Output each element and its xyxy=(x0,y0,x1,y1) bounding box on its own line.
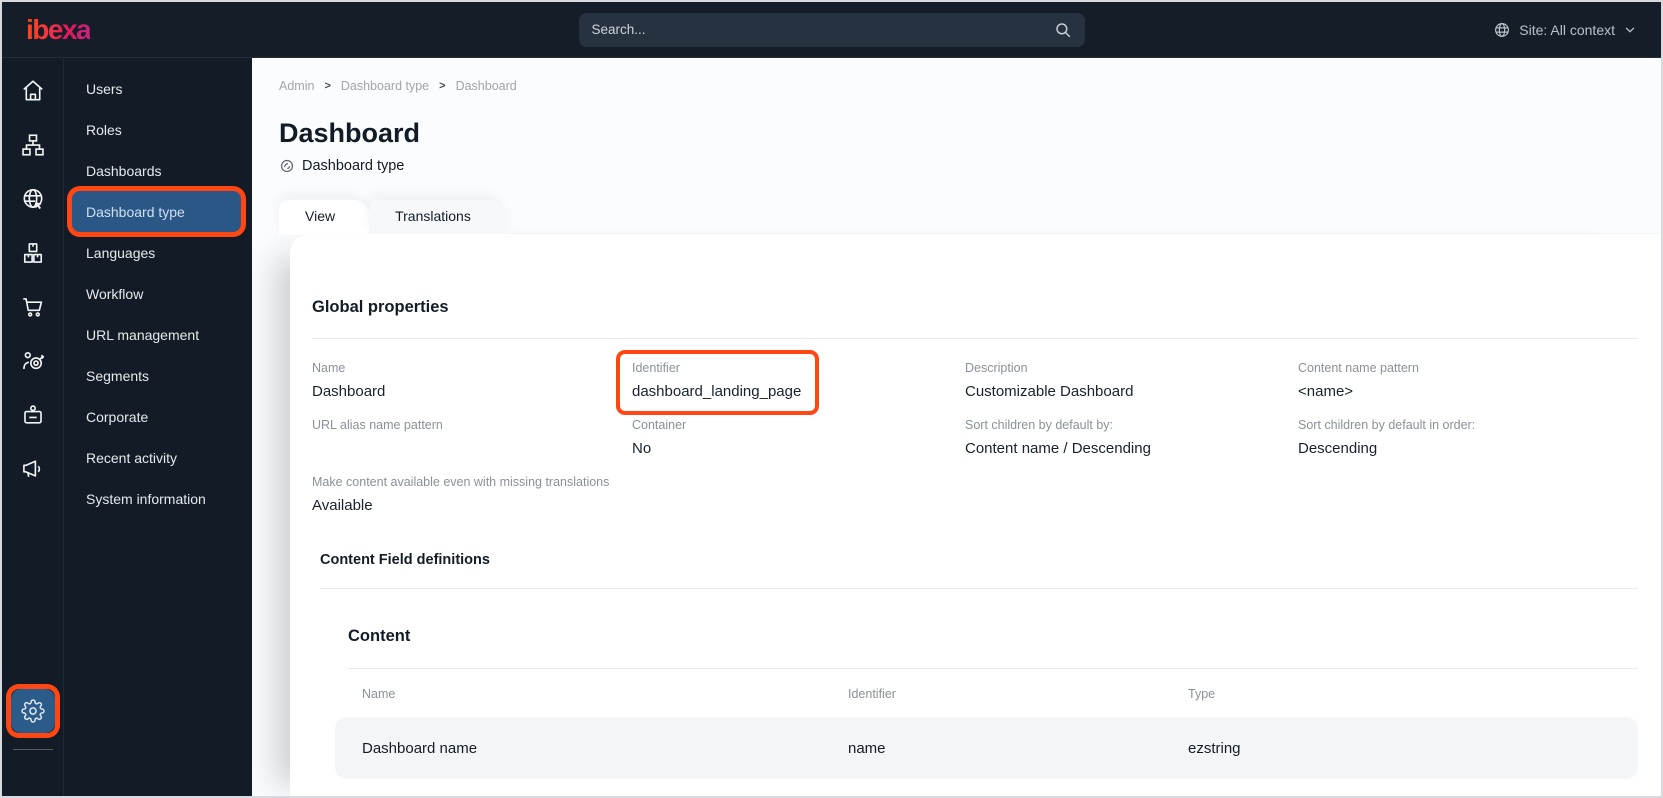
gear-icon[interactable] xyxy=(10,689,55,733)
megaphone-icon[interactable] xyxy=(6,442,60,496)
breadcrumb-separator: > xyxy=(439,80,446,92)
page-subtitle: Dashboard type xyxy=(279,158,1631,174)
column-header-type: Type xyxy=(1188,687,1216,701)
page-subtitle-label: Dashboard type xyxy=(302,158,405,174)
sitemap-icon[interactable] xyxy=(6,118,60,172)
sidebar-item-recent-activity[interactable]: Recent activity xyxy=(64,437,252,478)
search-input[interactable] xyxy=(591,22,1054,37)
field-content-name-pattern: Content name pattern <name> xyxy=(1298,361,1419,400)
sidebar-item-corporate[interactable]: Corporate xyxy=(64,396,252,437)
column-header-name: Name xyxy=(362,687,396,701)
sidebar-item-workflow[interactable]: Workflow xyxy=(64,273,252,314)
field-description: Description Customizable Dashboard xyxy=(965,361,1134,400)
sidebar-item-users[interactable]: Users xyxy=(64,68,252,109)
cell-field-identifier: name xyxy=(848,739,886,757)
page-title: Dashboard xyxy=(279,118,421,148)
page-header: Admin > Dashboard type > Dashboard Dashb… xyxy=(252,58,1661,174)
column-header-identifier: Identifier xyxy=(848,687,896,701)
sidebar-item-url-management[interactable]: URL management xyxy=(64,314,252,355)
breadcrumb-admin[interactable]: Admin xyxy=(279,79,314,93)
breadcrumb: Admin > Dashboard type > Dashboard xyxy=(279,79,1631,93)
target-person-icon[interactable] xyxy=(6,334,60,388)
admin-sidebar: Users Roles Dashboards Dashboard type La… xyxy=(64,58,252,796)
sidebar-item-segments[interactable]: Segments xyxy=(64,355,252,396)
sidebar-item-languages[interactable]: Languages xyxy=(64,232,252,273)
content-group: Content Name Identifier Type Dashboard n… xyxy=(335,627,1638,779)
annotation-box-gear xyxy=(10,689,55,733)
search-icon[interactable] xyxy=(1054,21,1072,39)
ibexa-logo[interactable]: ibexa xyxy=(26,15,92,44)
sidebar-item-dashboards[interactable]: Dashboards xyxy=(64,150,252,191)
field-identifier: Identifier dashboard_landing_page xyxy=(632,361,965,401)
content-field-definitions-heading: Content Field definitions xyxy=(320,552,490,568)
site-selector-label: Site: All context xyxy=(1519,21,1615,38)
global-properties-grid: Name Dashboard Identifier dashboard_land… xyxy=(312,361,1638,515)
breadcrumb-dashboard[interactable]: Dashboard xyxy=(456,79,517,93)
breadcrumb-dashboard-type[interactable]: Dashboard type xyxy=(341,79,429,93)
main-content: Admin > Dashboard type > Dashboard Dashb… xyxy=(252,58,1661,796)
boxes-icon[interactable] xyxy=(6,226,60,280)
annotation-box-identifier: Identifier dashboard_landing_page xyxy=(620,354,815,411)
globe-cursor-icon[interactable] xyxy=(6,172,60,226)
field-container: Container No xyxy=(632,418,687,457)
section-divider xyxy=(320,588,1638,589)
chevron-down-icon xyxy=(1623,23,1637,37)
global-search[interactable] xyxy=(578,12,1085,47)
table-row[interactable]: Dashboard name name ezstring xyxy=(335,717,1638,779)
sidebar-item-system-information[interactable]: System information xyxy=(64,478,252,519)
badge-icon[interactable] xyxy=(6,388,60,442)
content-group-heading: Content xyxy=(348,627,411,645)
home-icon[interactable] xyxy=(6,64,60,118)
content-field-definitions-section: Content Field definitions Content Name I… xyxy=(320,552,1638,779)
tab-view[interactable]: View xyxy=(279,197,361,234)
rail-divider xyxy=(12,749,53,750)
top-bar: ibexa Site: All context xyxy=(2,2,1661,58)
icon-rail xyxy=(2,58,64,796)
field-url-alias-name-pattern: URL alias name pattern xyxy=(312,418,443,432)
app-window: ibexa Site: All context xyxy=(0,0,1663,798)
tab-translations[interactable]: Translations xyxy=(369,197,497,234)
tab-panel: Global properties Name Dashboard Identif… xyxy=(290,234,1661,796)
field-table-header: Name Identifier Type xyxy=(348,687,1638,701)
field-sort-children-by: Sort children by default by: Content nam… xyxy=(965,418,1151,457)
content-type-icon xyxy=(279,158,295,174)
cell-field-name: Dashboard name xyxy=(362,739,478,757)
site-context-selector[interactable]: Site: All context xyxy=(1493,21,1637,39)
section-divider xyxy=(312,338,1638,339)
global-properties-heading: Global properties xyxy=(312,298,449,316)
breadcrumb-separator: > xyxy=(324,80,331,92)
field-name: Name Dashboard xyxy=(312,361,386,400)
field-sort-children-order: Sort children by default in order: Desce… xyxy=(1298,418,1476,457)
cart-icon[interactable] xyxy=(6,280,60,334)
field-availability: Make content available even with missing… xyxy=(312,475,610,514)
tab-bar: View Translations xyxy=(252,197,1661,234)
sidebar-item-roles[interactable]: Roles xyxy=(64,109,252,150)
globe-icon xyxy=(1493,21,1511,39)
section-divider xyxy=(348,668,1638,669)
sidebar-item-dashboard-type[interactable]: Dashboard type xyxy=(72,191,241,232)
cell-field-type: ezstring xyxy=(1188,739,1241,757)
